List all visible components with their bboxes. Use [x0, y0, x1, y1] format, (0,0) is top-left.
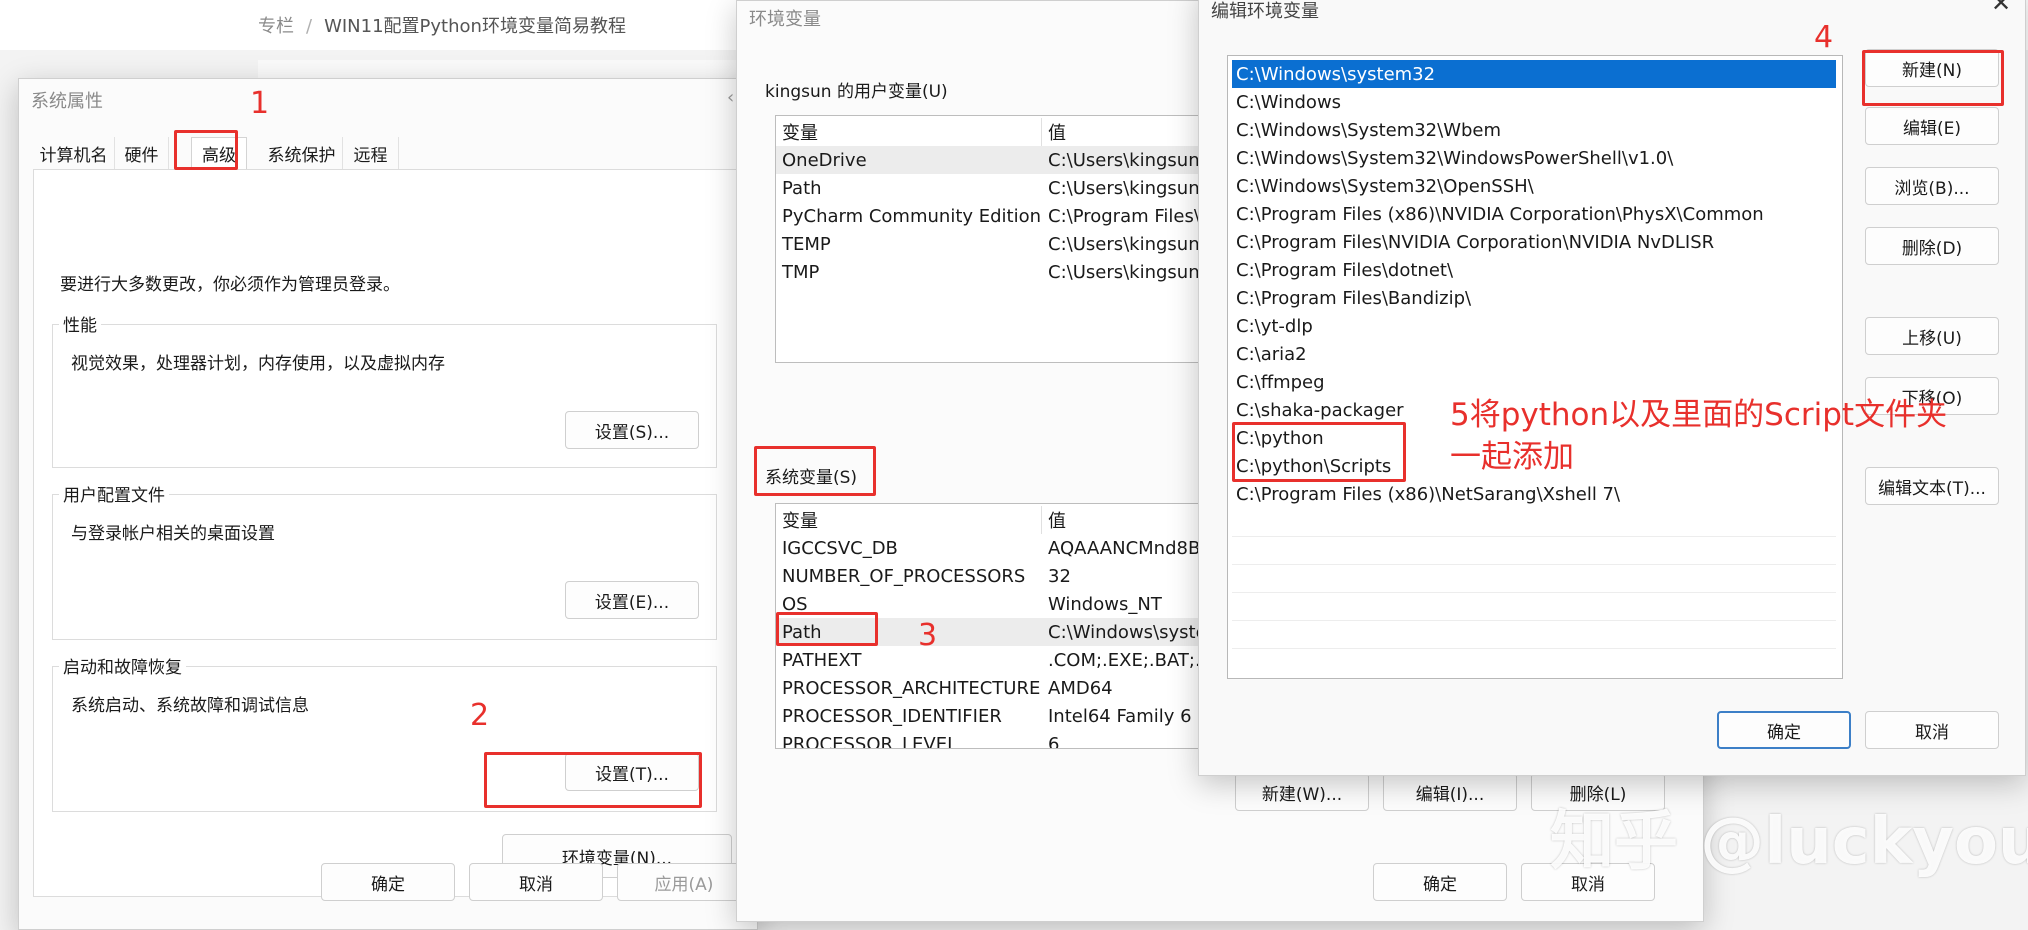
- row-value: C:\Users\kingsun\: [1048, 177, 1206, 199]
- row-variable: PyCharm Community Edition: [782, 205, 1042, 227]
- article-title: WIN11配置Python环境变量简易教程: [324, 16, 626, 37]
- row-value: C:\Windows\syste: [1048, 621, 1207, 643]
- row-divider: [1232, 564, 1836, 565]
- edit-environment-variable-window: 编辑环境变量 ✕ C:\Windows\system32 C:\Windows …: [1198, 0, 2026, 776]
- cancel-button[interactable]: 取消: [469, 863, 603, 901]
- tab-hardware[interactable]: 硬件: [115, 137, 169, 169]
- row-divider: [1232, 592, 1836, 593]
- row-variable: PROCESSOR_ARCHITECTURE: [782, 677, 1041, 699]
- list-item[interactable]: C:\Windows\System32\WindowsPowerShell\v1…: [1232, 144, 1673, 172]
- tab-remote[interactable]: 远程: [343, 137, 399, 169]
- annotation-box-path-row: [776, 612, 878, 646]
- list-item[interactable]: C:\Windows\system32: [1232, 60, 1836, 88]
- annotation-box-envvar-button: [484, 752, 702, 808]
- performance-description: 视觉效果，处理器计划，内存使用，以及虚拟内存: [71, 354, 445, 374]
- tab-computer-name[interactable]: 计算机名: [33, 137, 115, 169]
- edit-text-button[interactable]: 编辑文本(T)...: [1865, 467, 1999, 505]
- annotation-box-system-variables: [754, 446, 876, 496]
- annotation-step-4: 4: [1814, 20, 1834, 55]
- user-profile-description: 与登录帐户相关的桌面设置: [71, 524, 275, 544]
- list-item[interactable]: C:\Program Files\Bandizip\: [1232, 284, 1471, 312]
- system-edit-button[interactable]: 编辑(I)...: [1383, 773, 1517, 811]
- ok-button[interactable]: 确定: [1373, 863, 1507, 901]
- user-variables-label: kingsun 的用户变量(U): [765, 82, 948, 102]
- list-item[interactable]: C:\shaka-packager: [1232, 396, 1404, 424]
- tab-system-protection[interactable]: 系统保护: [261, 137, 343, 169]
- move-up-button[interactable]: 上移(U): [1865, 317, 1999, 355]
- row-value: C:\Users\kingsun\: [1048, 149, 1206, 171]
- breadcrumb-root[interactable]: 专栏: [258, 16, 294, 37]
- annotation-box-new-button: [1862, 50, 2004, 106]
- close-icon[interactable]: ‹: [727, 87, 734, 108]
- row-value: Windows_NT: [1048, 593, 1162, 615]
- list-item[interactable]: C:\ffmpeg: [1232, 368, 1325, 396]
- window-title: 环境变量: [749, 9, 821, 30]
- list-item[interactable]: C:\aria2: [1232, 340, 1307, 368]
- window-title: 系统属性: [31, 91, 103, 112]
- performance-group: 性能 视觉效果，处理器计划，内存使用，以及虚拟内存 设置(S)...: [52, 311, 717, 468]
- annotation-box-python-paths: [1232, 422, 1406, 482]
- user-profile-label: 用户配置文件: [59, 481, 169, 506]
- row-value: 32: [1048, 565, 1071, 587]
- annotation-step-3: 3: [918, 618, 938, 653]
- row-variable: Path: [782, 177, 822, 199]
- row-variable: PROCESSOR_LEVEL: [782, 733, 958, 749]
- browse-button[interactable]: 浏览(B)...: [1865, 167, 1999, 205]
- annotation-step-5-line-1: 5将python以及里面的Script文件夹: [1450, 397, 1948, 433]
- row-variable: PROCESSOR_IDENTIFIER: [782, 705, 1002, 727]
- row-value: C:\Users\kingsun\: [1048, 261, 1206, 283]
- column-header-variable[interactable]: 变量: [776, 118, 1042, 146]
- system-new-button[interactable]: 新建(W)...: [1235, 773, 1369, 811]
- performance-label: 性能: [59, 311, 101, 336]
- breadcrumb-separator: /: [306, 16, 313, 37]
- edit-button[interactable]: 编辑(E): [1865, 107, 1999, 145]
- admin-note: 要进行大多数更改，你必须作为管理员登录。: [60, 275, 400, 295]
- annotation-step-5-line-2: 一起添加: [1450, 439, 1574, 475]
- list-item[interactable]: C:\Program Files\dotnet\: [1232, 256, 1453, 284]
- ok-button[interactable]: 确定: [321, 863, 455, 901]
- user-profile-group: 用户配置文件 与登录帐户相关的桌面设置 设置(E)...: [52, 481, 717, 640]
- column-header-variable[interactable]: 变量: [776, 506, 1042, 534]
- annotation-step-1: 1: [250, 86, 270, 121]
- performance-settings-button[interactable]: 设置(S)...: [565, 411, 699, 449]
- row-divider: [1232, 620, 1836, 621]
- list-item[interactable]: C:\Windows\System32\OpenSSH\: [1232, 172, 1534, 200]
- row-divider: [1232, 648, 1836, 649]
- row-variable: NUMBER_OF_PROCESSORS: [782, 565, 1026, 587]
- row-value: .COM;.EXE;.BAT;.C: [1048, 649, 1214, 671]
- row-value: Intel64 Family 6 M: [1048, 705, 1213, 727]
- window-title: 编辑环境变量: [1211, 1, 1319, 22]
- delete-button[interactable]: 删除(D): [1865, 227, 1999, 265]
- list-item[interactable]: C:\Program Files (x86)\NVIDIA Corporatio…: [1232, 200, 1764, 228]
- watermark: 知乎 @luckyou: [1550, 805, 2028, 879]
- row-value: 6: [1048, 733, 1060, 749]
- startup-recovery-description: 系统启动、系统故障和调试信息: [71, 696, 309, 716]
- annotation-box-advanced-tab: [174, 130, 238, 170]
- startup-recovery-label: 启动和故障恢复: [59, 653, 186, 678]
- user-profile-settings-button[interactable]: 设置(E)...: [565, 581, 699, 619]
- row-variable: TEMP: [782, 233, 831, 255]
- list-item[interactable]: C:\Windows: [1232, 88, 1341, 116]
- row-variable: PATHEXT: [782, 649, 862, 671]
- annotation-step-2: 2: [470, 698, 490, 733]
- row-variable: OneDrive: [782, 149, 867, 171]
- row-value: AMD64: [1048, 677, 1113, 699]
- list-item[interactable]: C:\yt-dlp: [1232, 312, 1313, 340]
- row-value: C:\Program Files\: [1048, 205, 1200, 227]
- row-value: C:\Users\kingsun\: [1048, 233, 1206, 255]
- list-item[interactable]: C:\Program Files\NVIDIA Corporation\NVID…: [1232, 228, 1714, 256]
- list-item[interactable]: C:\Program Files (x86)\NetSarang\Xshell …: [1232, 480, 1620, 508]
- breadcrumb: 专栏 / WIN11配置Python环境变量简易教程: [258, 12, 626, 38]
- row-value: AQAAANCMnd8B: [1048, 537, 1201, 559]
- path-list: C:\Windows\system32 C:\Windows C:\Window…: [1227, 55, 1843, 679]
- apply-button[interactable]: 应用(A): [617, 863, 751, 901]
- row-divider: [1232, 536, 1836, 537]
- row-variable: IGCCSVC_DB: [782, 537, 898, 559]
- page-content-strip: [258, 60, 738, 80]
- row-variable: TMP: [782, 261, 820, 283]
- close-icon[interactable]: ✕: [1991, 0, 2011, 17]
- cancel-button[interactable]: 取消: [1865, 711, 1999, 749]
- list-item[interactable]: C:\Windows\System32\Wbem: [1232, 116, 1501, 144]
- ok-button[interactable]: 确定: [1717, 711, 1851, 749]
